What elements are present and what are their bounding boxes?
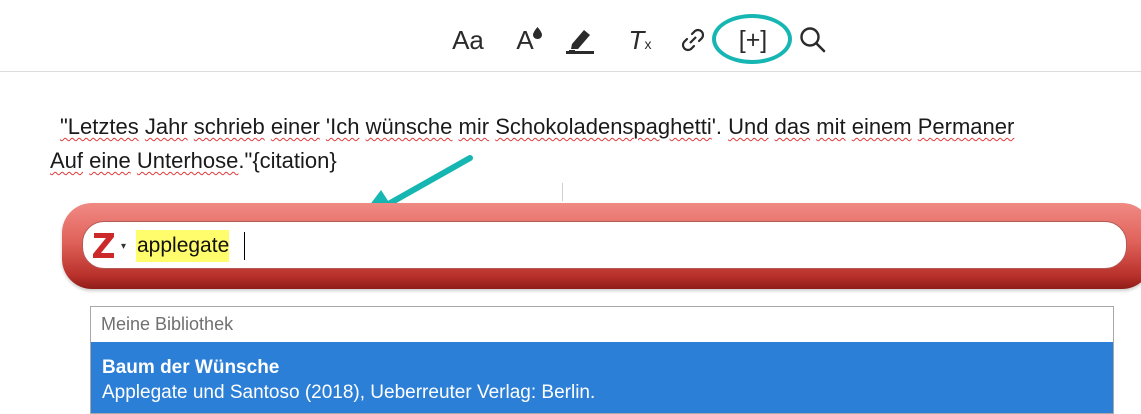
zotero-search-input[interactable] — [82, 221, 1127, 269]
citation-result-item[interactable]: Baum der Wünsche Applegate und Santoso (… — [91, 342, 1113, 413]
library-section-header: Meine Bibliothek — [101, 314, 234, 334]
zotero-logo-icon[interactable] — [92, 229, 116, 261]
citation-results-dropdown: Meine Bibliothek Baum der Wünsche Appleg… — [90, 306, 1114, 414]
zotero-search-query[interactable]: applegate — [136, 230, 230, 262]
input-caret — [244, 232, 245, 260]
citation-result-detail: Applegate und Santoso (2018), Ueberreute… — [102, 382, 596, 403]
zotero-menu-caret-icon[interactable]: ▾ — [121, 241, 126, 252]
citation-result-title: Baum der Wünsche — [102, 357, 280, 378]
